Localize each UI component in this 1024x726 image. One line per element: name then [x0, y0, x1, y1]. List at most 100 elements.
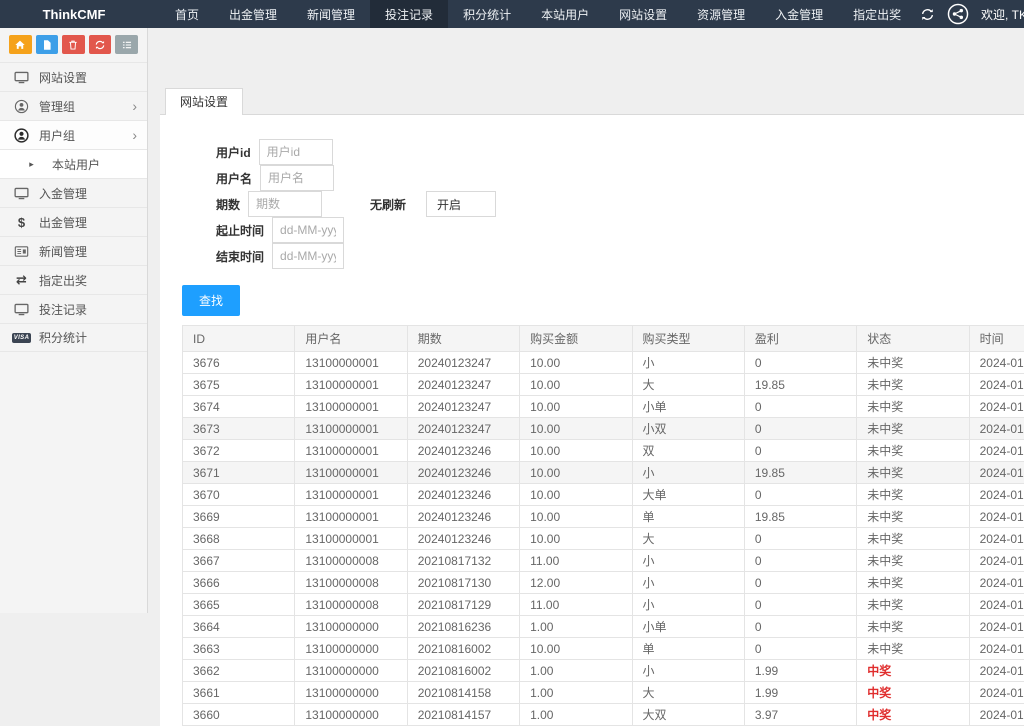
table-row: 3675 13100000001 20240123247 10.00 大 19.… — [183, 374, 1024, 396]
sidebar-item[interactable]: 入金管理 — [0, 178, 147, 207]
records-table: ID用户名期数购买金额购买类型盈利状态时间 3676 13100000001 2… — [182, 325, 1024, 726]
dollar-icon: $ — [13, 215, 30, 230]
trash-icon[interactable] — [62, 35, 85, 54]
table-row: 3663 13100000000 20210816002 10.00 单 0 未… — [183, 638, 1024, 660]
sidebar-item[interactable]: 用户组 › — [0, 120, 147, 149]
cell-time: 2024-01-23 20:55:30 — [969, 440, 1024, 462]
cell-id: 3670 — [183, 484, 295, 506]
sidebar-item[interactable]: 投注记录 — [0, 294, 147, 323]
search-button[interactable]: 查找 — [182, 285, 240, 316]
cell-username: 13100000000 — [295, 638, 407, 660]
cell-period: 20240123246 — [407, 440, 519, 462]
table-row: 3674 13100000001 20240123247 10.00 小单 0 … — [183, 396, 1024, 418]
cell-amount: 10.00 — [520, 638, 632, 660]
sidebar-item-label: 本站用户 — [52, 156, 137, 173]
top-header: ThinkCMF 首页 出金管理 新闻管理 投注记录 积分统计 本站用户 网站设… — [0, 0, 1024, 28]
cell-amount: 12.00 — [520, 572, 632, 594]
cell-id: 3661 — [183, 682, 295, 704]
top-nav-item[interactable]: 投注记录 — [370, 0, 448, 28]
cell-type: 大 — [632, 682, 744, 704]
cell-period: 20210817132 — [407, 550, 519, 572]
cell-profit: 0 — [744, 594, 856, 616]
cell-id: 3667 — [183, 550, 295, 572]
cell-profit: 19.85 — [744, 506, 856, 528]
cell-amount: 10.00 — [520, 462, 632, 484]
list-icon[interactable] — [115, 35, 138, 54]
cell-profit: 1.99 — [744, 660, 856, 682]
top-nav-item[interactable]: 本站用户 — [526, 0, 604, 28]
cell-id: 3674 — [183, 396, 295, 418]
sidebar-item[interactable]: ▸ 本站用户 — [0, 149, 147, 178]
cell-id: 3671 — [183, 462, 295, 484]
cell-username: 13100000000 — [295, 616, 407, 638]
cell-id: 3664 — [183, 616, 295, 638]
chevron-right-icon: › — [132, 128, 137, 142]
cell-time: 2024-01-23 20:55:30 — [969, 506, 1024, 528]
cell-profit: 0 — [744, 638, 856, 660]
brand-logo[interactable]: ThinkCMF — [0, 0, 148, 28]
no-refresh-select[interactable]: 开启 — [426, 191, 496, 217]
file-icon[interactable] — [36, 35, 59, 54]
top-nav-item[interactable]: 指定出奖 — [838, 0, 916, 28]
filter-input[interactable] — [260, 165, 334, 191]
cell-status: 未中奖 — [857, 616, 969, 638]
column-header: 用户名 — [295, 326, 407, 352]
table-row: 3667 13100000008 20210817132 11.00 小 0 未… — [183, 550, 1024, 572]
cell-id: 3669 — [183, 506, 295, 528]
cell-id: 3668 — [183, 528, 295, 550]
top-nav-item[interactable]: 资源管理 — [682, 0, 760, 28]
cell-period: 20240123246 — [407, 528, 519, 550]
cell-profit: 0 — [744, 352, 856, 374]
cell-time: 2024-01-23 20:55:30 — [969, 704, 1024, 726]
cell-time: 2024-01-23 20:55:30 — [969, 528, 1024, 550]
cell-profit: 0 — [744, 440, 856, 462]
cell-username: 13100000001 — [295, 462, 407, 484]
top-nav-item[interactable]: 新闻管理 — [292, 0, 370, 28]
sidebar-item[interactable]: 网站设置 — [0, 62, 147, 91]
tab-site-settings[interactable]: 网站设置 — [165, 88, 243, 115]
home-icon[interactable] — [9, 35, 32, 54]
chevron-right-icon: › — [132, 99, 137, 113]
top-nav-item[interactable]: 网站设置 — [604, 0, 682, 28]
recycle-icon[interactable] — [89, 35, 112, 54]
filter-input[interactable] — [259, 139, 333, 165]
cell-amount: 11.00 — [520, 594, 632, 616]
sidebar-item[interactable]: VISA 积分统计 — [0, 323, 147, 352]
filter-input[interactable] — [248, 191, 322, 217]
sidebar-item[interactable]: 管理组 › — [0, 91, 147, 120]
cell-amount: 10.00 — [520, 440, 632, 462]
top-nav-item[interactable]: 积分统计 — [448, 0, 526, 28]
refresh-icon[interactable] — [920, 7, 935, 22]
cell-type: 小 — [632, 594, 744, 616]
cell-id: 3665 — [183, 594, 295, 616]
filter-input[interactable] — [272, 243, 344, 269]
user-avatar-share-icon[interactable] — [947, 3, 969, 25]
sidebar-item-label: 新闻管理 — [39, 243, 137, 260]
user-icon — [13, 99, 30, 114]
sidebar-item-label: 指定出奖 — [39, 272, 137, 289]
top-nav-item[interactable]: 首页 — [160, 0, 214, 28]
cell-period: 20210817130 — [407, 572, 519, 594]
sidebar-item[interactable]: 新闻管理 — [0, 236, 147, 265]
cell-id: 3662 — [183, 660, 295, 682]
filter-label: 用户id — [216, 144, 251, 161]
filter-input[interactable] — [272, 217, 344, 243]
table-row: 3662 13100000000 20210816002 1.00 小 1.99… — [183, 660, 1024, 682]
table-row: 3670 13100000001 20240123246 10.00 大单 0 … — [183, 484, 1024, 506]
sidebar-item[interactable]: ⇄ 指定出奖 — [0, 265, 147, 294]
cell-period: 20240123247 — [407, 418, 519, 440]
filter-group: 用户名 — [216, 165, 344, 191]
cell-status: 未中奖 — [857, 550, 969, 572]
sidebar-item[interactable]: $ 出金管理 — [0, 207, 147, 236]
top-nav-item[interactable]: 出金管理 — [214, 0, 292, 28]
sidebar-item-label: 网站设置 — [39, 69, 137, 86]
filter-label: 结束时间 — [216, 248, 264, 265]
cell-type: 小单 — [632, 396, 744, 418]
cell-time: 2024-01-23 20:55:30 — [969, 682, 1024, 704]
top-nav-item[interactable]: 入金管理 — [760, 0, 838, 28]
sidebar: 网站设置 管理组 › 用户组 › ▸ 本站用户 — [0, 28, 148, 613]
cell-id: 3675 — [183, 374, 295, 396]
cell-username: 13100000008 — [295, 594, 407, 616]
cell-username: 13100000008 — [295, 550, 407, 572]
cell-status: 未中奖 — [857, 572, 969, 594]
